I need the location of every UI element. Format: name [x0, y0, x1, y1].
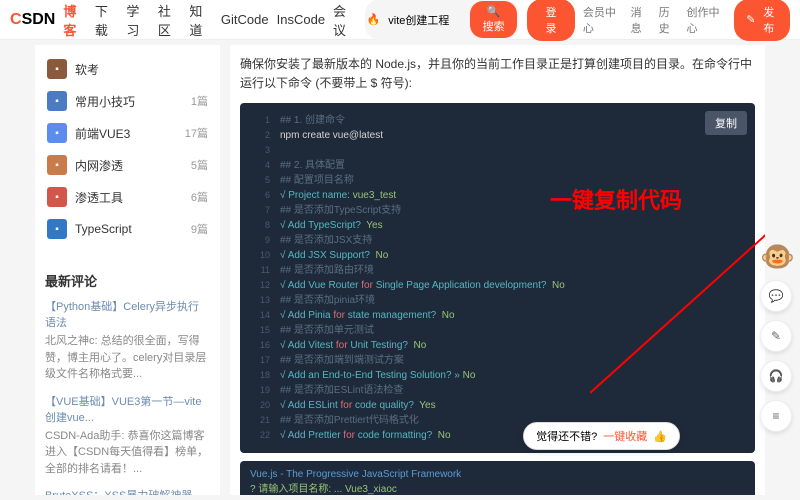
nav-learn[interactable]: 学习 — [126, 1, 150, 39]
tag-count: 6篇 — [191, 189, 208, 205]
description-text: 确保你安装了最新版本的 Node.js，并且你的当前工作目录正是打算创建项目的目… — [240, 55, 755, 93]
creator-link[interactable]: 创作中心 — [686, 4, 726, 36]
tag-name: 内网渗透 — [75, 157, 183, 174]
menu-icon[interactable]: ≡ — [760, 400, 792, 432]
code-line: 6√ Project name: vue3_test — [250, 188, 745, 203]
comment-item[interactable]: BruteXSS：XSS暴力破解神器2301_76719583: 安装链接有问题 — [45, 487, 210, 495]
code-line: 2npm create vue@latest — [250, 128, 745, 143]
code-line: 9## 是否添加JSX支持 — [250, 233, 745, 248]
chat-icon[interactable]: 💬 — [760, 280, 792, 312]
code-line: 4## 2. 具体配置 — [250, 158, 745, 173]
tag-count: 5篇 — [191, 157, 208, 173]
code-line: 18√ Add an End-to-End Testing Solution? … — [250, 368, 745, 383]
tag-name: TypeScript — [75, 222, 183, 236]
comment-item[interactable]: 【VUE基础】VUE3第一节—vite创建vue...CSDN-Ada助手: 恭… — [45, 393, 210, 478]
comments-section: 最新评论 【Python基础】Celery异步执行语法北风之神c: 总结的很全面… — [35, 261, 220, 495]
tag-name: 软考 — [75, 61, 200, 78]
float-toolbar: 💬 ✎ 🎧 ≡ — [760, 280, 792, 432]
tag-item[interactable]: ▪ 渗透工具 6篇 — [43, 181, 212, 213]
tag-icon: ▪ — [47, 187, 67, 207]
tag-count: 1篇 — [191, 93, 208, 109]
tag-item[interactable]: ▪ 内网渗透 5篇 — [43, 149, 212, 181]
top-header: CSDN 博客 下载 学习 社区 知道 GitCode InsCode 会议 🔥… — [0, 0, 800, 40]
code-line: 3 — [250, 143, 745, 158]
code-line: 15## 是否添加单元测试 — [250, 323, 745, 338]
copy-button[interactable]: 复制 — [705, 111, 747, 135]
search-input[interactable] — [380, 10, 470, 30]
code-line: 12√ Add Vue Router for Single Page Appli… — [250, 278, 745, 293]
login-button[interactable]: 登录 — [527, 0, 575, 41]
code-line: 1## 1. 创建命令 — [250, 113, 745, 128]
mascot-icon[interactable]: 🐵 — [760, 240, 795, 273]
search-box: 🔥 🔍 搜索 — [365, 0, 519, 40]
tag-item[interactable]: ▪ TypeScript 9篇 — [43, 213, 212, 245]
vip-link[interactable]: 会员中心 — [583, 4, 623, 36]
code-line: 17## 是否添加端到端测试方案 — [250, 353, 745, 368]
nav-blog[interactable]: 博客 — [63, 1, 87, 39]
code-line: 7## 是否添加TypeScript支持 — [250, 203, 745, 218]
nav-know[interactable]: 知道 — [189, 1, 213, 39]
code-line: 8√ Add TypeScript? Yes — [250, 218, 745, 233]
tag-item[interactable]: ▪ 常用小技巧 1篇 — [43, 85, 212, 117]
nav-gitcode[interactable]: GitCode — [221, 12, 269, 27]
tag-item[interactable]: ▪ 前端VUE3 17篇 — [43, 117, 212, 149]
tag-icon: ▪ — [47, 155, 67, 175]
code-line: 5## 配置项目名称 — [250, 173, 745, 188]
nav-community[interactable]: 社区 — [158, 1, 182, 39]
tag-icon: ▪ — [47, 59, 67, 79]
nav-meeting[interactable]: 会议 — [333, 1, 357, 39]
tag-count: 17篇 — [185, 125, 208, 141]
publish-button[interactable]: ✎发布 — [734, 0, 790, 41]
tag-icon: ▪ — [47, 91, 67, 111]
code2-title: Vue.js - The Progressive JavaScript Fram… — [250, 469, 745, 480]
tag-name: 渗透工具 — [75, 189, 183, 206]
search-button[interactable]: 🔍 搜索 — [470, 1, 517, 38]
headset-icon[interactable]: 🎧 — [760, 360, 792, 392]
tag-list: ▪ 软考 ▪ 常用小技巧 1篇 ▪ 前端VUE3 17篇 ▪ 内网渗透 5篇 ▪ 渗透工具 6篇 ▪ Type… — [35, 45, 220, 253]
code-line: 20√ Add ESLint for code quality? Yes — [250, 398, 745, 413]
tag-icon: ▪ — [47, 123, 67, 143]
tag-name: 前端VUE3 — [75, 125, 177, 142]
comment-item[interactable]: 【Python基础】Celery异步执行语法北风之神c: 总结的很全面，写得赞，… — [45, 298, 210, 383]
code-block: 复制 一键复制代码 1## 1. 创建命令2npm create vue@lat… — [240, 103, 755, 453]
left-sidebar: ▪ 软考 ▪ 常用小技巧 1篇 ▪ 前端VUE3 17篇 ▪ 内网渗透 5篇 ▪ 渗透工具 6篇 ▪ Type… — [35, 45, 220, 495]
code-block-2: Vue.js - The Progressive JavaScript Fram… — [240, 461, 755, 495]
feedback-popup[interactable]: 觉得还不错? 一键收藏 👍 — [523, 422, 680, 450]
fire-icon: 🔥 — [367, 13, 381, 26]
thumb-icon: 👍 — [653, 430, 667, 443]
code-line: 11## 是否添加路由环境 — [250, 263, 745, 278]
write-icon[interactable]: ✎ — [760, 320, 792, 352]
code-line: 10√ Add JSX Support? No — [250, 248, 745, 263]
tag-item[interactable]: ▪ 软考 — [43, 53, 212, 85]
nav-download[interactable]: 下载 — [95, 1, 119, 39]
tag-name: 常用小技巧 — [75, 93, 183, 110]
code-line: 19## 是否添加ESLint语法检查 — [250, 383, 745, 398]
history-link[interactable]: 历史 — [659, 4, 679, 36]
logo[interactable]: CSDN — [10, 11, 55, 29]
tag-icon: ▪ — [47, 219, 67, 239]
code2-line: ? 请输入项目名称: ... Vue3_xiaoc — [250, 480, 745, 495]
msg-link[interactable]: 消息 — [631, 4, 651, 36]
comments-title: 最新评论 — [45, 271, 210, 290]
tag-count: 9篇 — [191, 221, 208, 237]
code-line: 16√ Add Vitest for Unit Testing? No — [250, 338, 745, 353]
code-line: 13## 是否添加pinia环境 — [250, 293, 745, 308]
code-line: 14√ Add Pinia for state management? No — [250, 308, 745, 323]
main-content: 确保你安装了最新版本的 Node.js，并且你的当前工作目录正是打算创建项目的目… — [230, 45, 765, 495]
nav-inscode[interactable]: InsCode — [277, 12, 325, 27]
